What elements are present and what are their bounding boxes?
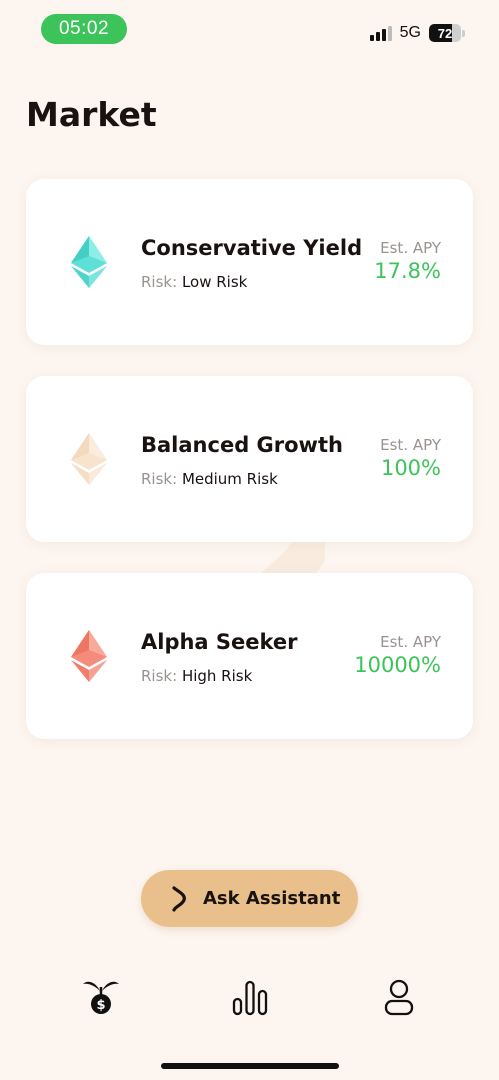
product-name: Alpha Seeker: [141, 630, 298, 654]
apy-label: Est. APY: [380, 436, 441, 454]
page-title: Market: [26, 95, 157, 134]
product-risk: Risk: High Risk: [141, 667, 252, 685]
network-type: 5G: [399, 24, 421, 41]
product-card-balanced-growth[interactable]: Balanced Growth Risk: Medium Risk Est. A…: [26, 376, 473, 542]
status-bar: 05:02 5G 72: [0, 0, 499, 60]
product-card-conservative-yield[interactable]: Conservative Yield Risk: Low Risk Est. A…: [26, 179, 473, 345]
tab-profile[interactable]: [379, 975, 419, 1020]
money-plant-icon: $: [83, 981, 119, 1014]
ask-assistant-label: Ask Assistant: [203, 888, 341, 909]
product-apy: Est. APY 17.8%: [374, 239, 441, 283]
tab-bar: $: [0, 975, 499, 1025]
assistant-logo-icon: [172, 886, 186, 912]
product-risk: Risk: Medium Risk: [141, 470, 278, 488]
apy-value: 100%: [380, 456, 441, 480]
risk-value: Low Risk: [181, 273, 248, 291]
apy-label: Est. APY: [380, 633, 441, 651]
product-apy: Est. APY 100%: [380, 436, 441, 480]
product-name: Conservative Yield: [141, 236, 363, 260]
tab-stats[interactable]: [230, 975, 270, 1020]
cellular-signal-icon: [369, 25, 392, 41]
product-name: Balanced Growth: [141, 433, 343, 457]
risk-label: Risk:: [141, 470, 178, 488]
ethereum-diamond-icon: [71, 630, 107, 682]
apy-value: 10000%: [354, 653, 441, 677]
ethereum-diamond-icon: [71, 236, 107, 288]
battery-cap: [462, 29, 465, 37]
battery-icon: 72: [429, 24, 461, 42]
risk-value: High Risk: [181, 667, 253, 685]
bar-chart-icon: [232, 980, 268, 1016]
ask-assistant-button[interactable]: Ask Assistant: [141, 870, 358, 927]
apy-value: 17.8%: [374, 259, 441, 283]
product-card-alpha-seeker[interactable]: Alpha Seeker Risk: High Risk Est. APY 10…: [26, 573, 473, 739]
ethereum-diamond-icon: [71, 433, 107, 485]
apy-label: Est. APY: [380, 239, 441, 257]
product-risk: Risk: Low Risk: [141, 273, 247, 291]
risk-value: Medium Risk: [181, 470, 278, 488]
product-apy: Est. APY 10000%: [354, 633, 441, 677]
status-indicators: 5G 72: [369, 22, 465, 44]
risk-label: Risk:: [141, 273, 178, 291]
home-indicator[interactable]: [161, 1063, 339, 1069]
status-time: 05:02: [41, 14, 127, 44]
risk-label: Risk:: [141, 667, 178, 685]
battery-level: 72: [437, 25, 453, 41]
svg-text:$: $: [96, 998, 105, 1013]
tab-market[interactable]: $: [81, 975, 121, 1020]
user-profile-icon: [384, 979, 414, 1016]
